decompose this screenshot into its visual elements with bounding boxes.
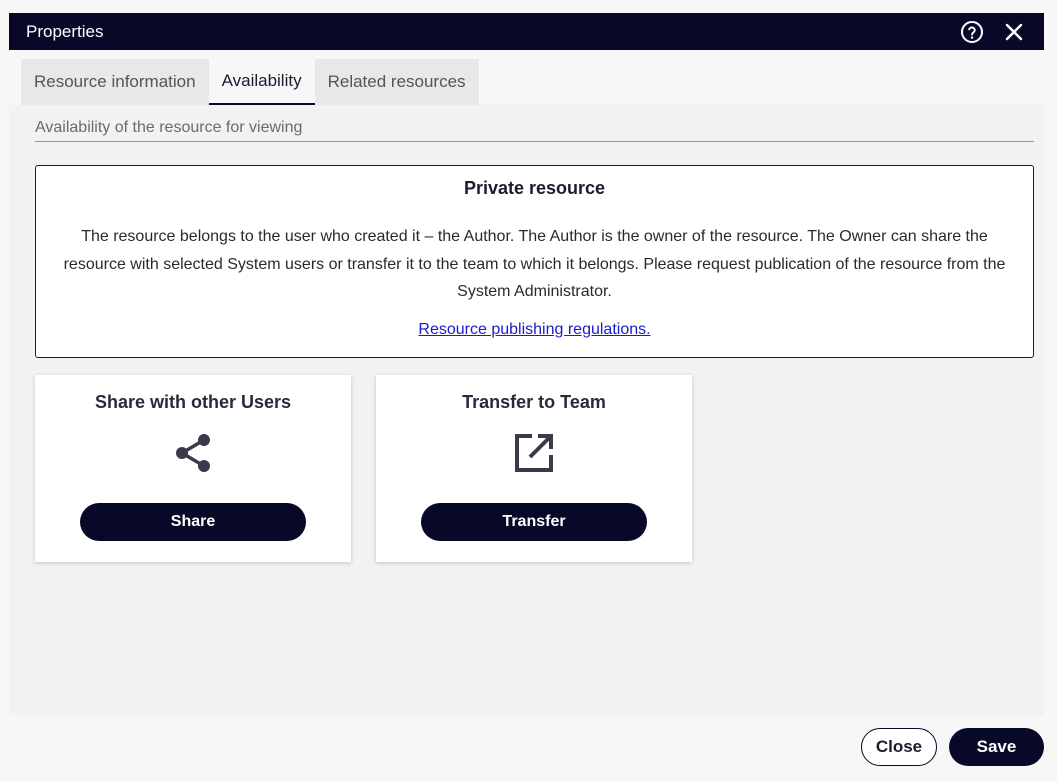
section-label: Availability of the resource for viewing [35,119,1034,142]
close-icon[interactable] [1001,19,1027,45]
private-resource-info: Private resource The resource belongs to… [35,165,1034,358]
tab-availability[interactable]: Availability [208,59,315,105]
transfer-card: Transfer to Team Transfer [376,375,692,562]
dialog-title: Properties [26,21,104,41]
title-bar: Properties [9,13,1044,50]
share-button[interactable]: Share [80,503,306,541]
save-button[interactable]: Save [949,728,1044,766]
properties-dialog: Properties Resource information Availabi… [9,13,1044,781]
help-icon[interactable] [959,19,985,45]
tab-bar: Resource information Availability Relate… [21,59,1044,105]
close-button[interactable]: Close [861,728,937,766]
transfer-button[interactable]: Transfer [421,503,647,541]
transfer-card-title: Transfer to Team [462,392,606,412]
tab-related-resources[interactable]: Related resources [314,59,479,105]
availability-panel: Availability of the resource for viewing… [9,105,1044,715]
tab-resource-information[interactable]: Resource information [21,59,209,105]
share-icon [171,431,215,475]
external-link-icon [512,431,556,475]
info-title: Private resource [463,178,606,198]
info-text: The resource belongs to the user who cre… [63,228,1006,300]
share-card: Share with other Users Share [35,375,351,562]
publishing-regulations-link[interactable]: Resource publishing regulations. [418,321,650,339]
share-card-title: Share with other Users [94,392,292,412]
